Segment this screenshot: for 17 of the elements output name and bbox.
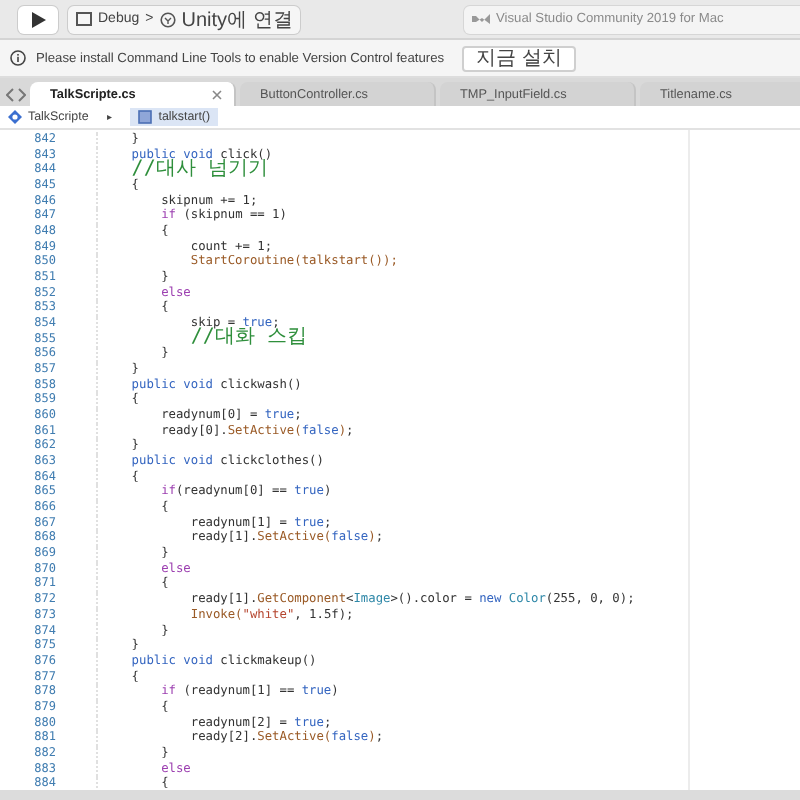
target-label[interactable]: Unity에 연결 — [181, 5, 293, 33]
class-icon — [8, 110, 22, 124]
forward-button[interactable] — [18, 82, 26, 106]
back-button[interactable] — [6, 82, 14, 106]
code-line: //대사 넘기기 — [96, 161, 268, 180]
vs-logo-icon — [472, 12, 490, 26]
install-button[interactable]: 지금 설치 — [462, 45, 576, 71]
code-line: //대화 스킵 — [96, 330, 307, 348]
info-icon — [10, 50, 26, 66]
chevron-right-icon — [18, 87, 26, 101]
play-icon — [31, 11, 45, 27]
method-icon — [138, 110, 153, 124]
unity-icon — [159, 11, 176, 27]
window-icon — [76, 12, 92, 26]
run-button[interactable] — [18, 5, 58, 33]
close-icon — [212, 89, 222, 99]
chevron-left-icon — [6, 87, 14, 101]
